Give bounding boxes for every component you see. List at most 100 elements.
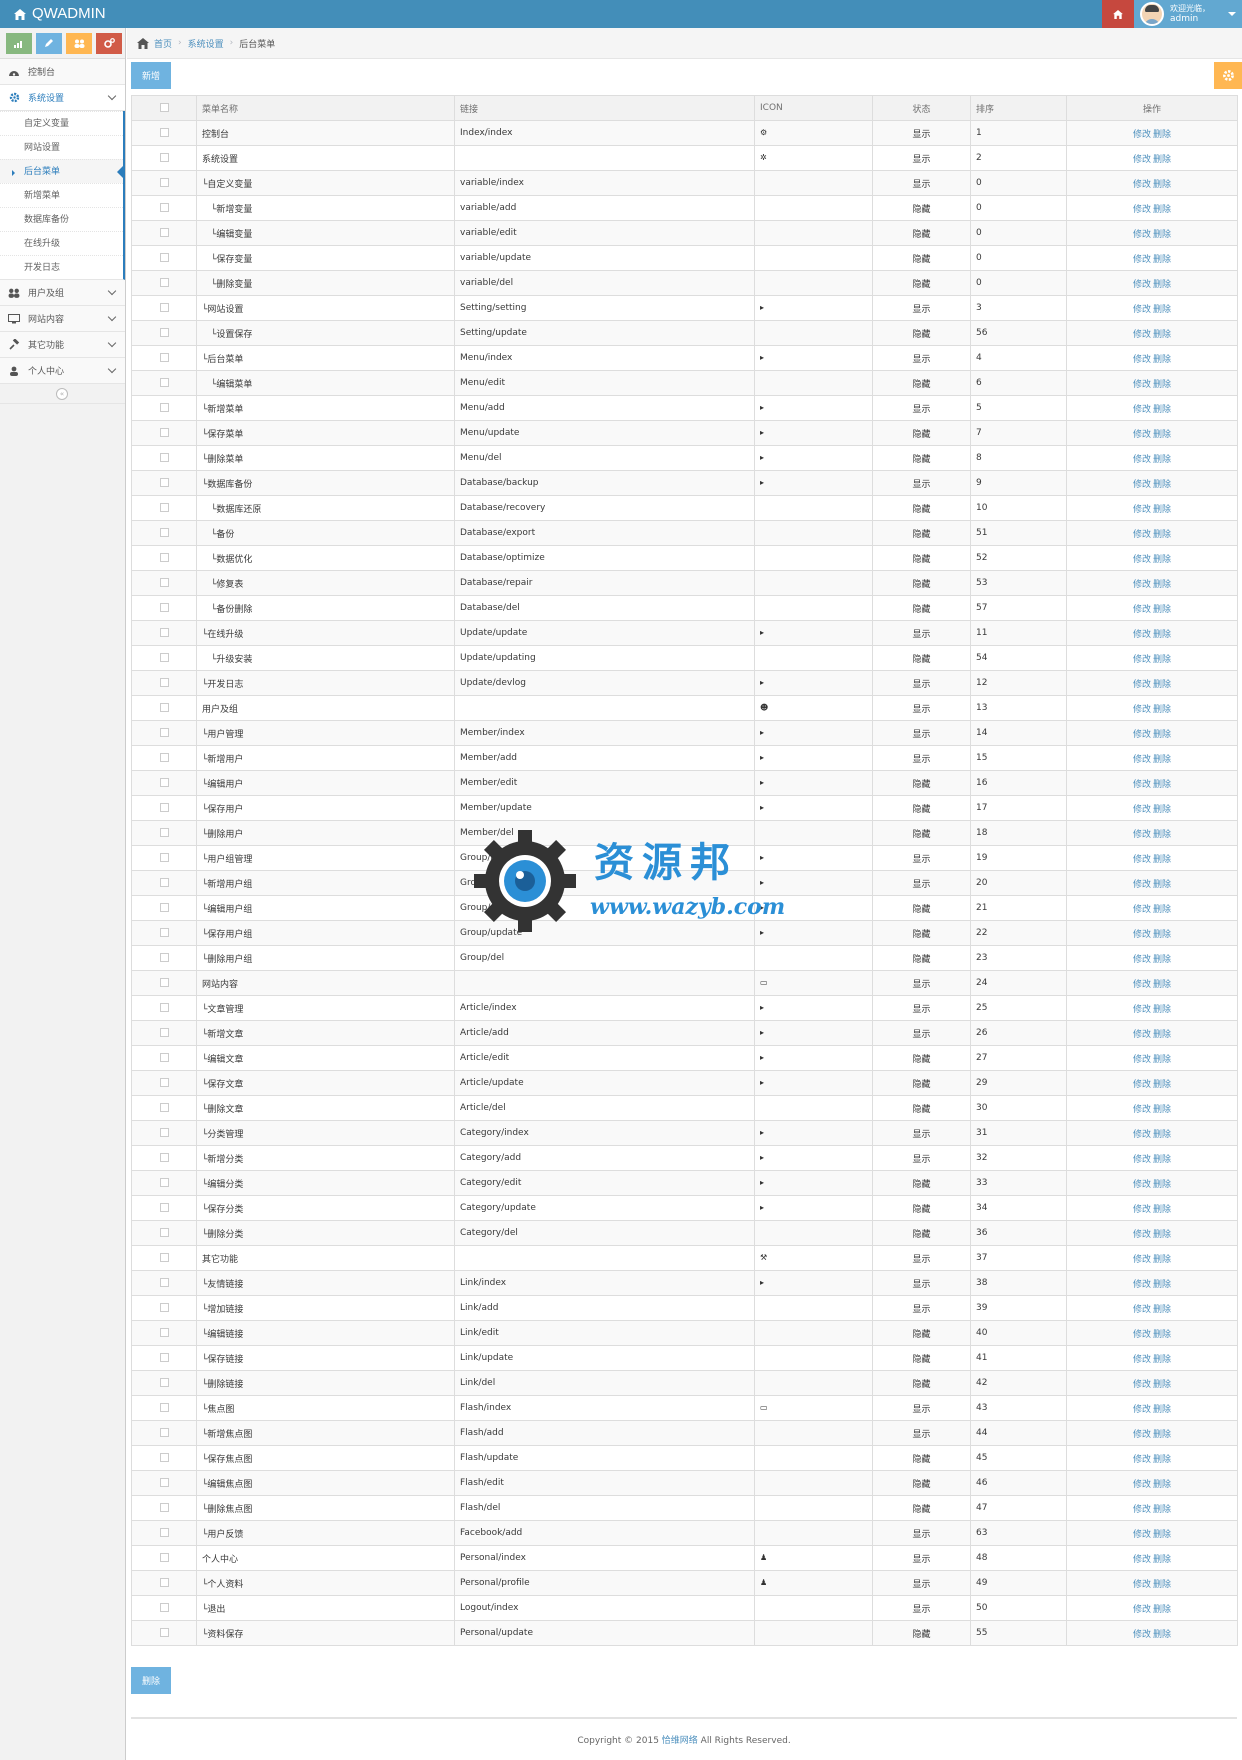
row-checkbox[interactable] (159, 953, 169, 962)
row-checkbox[interactable] (159, 503, 169, 512)
row-checkbox[interactable] (159, 978, 169, 987)
row-checkbox[interactable] (159, 1053, 169, 1062)
edit-link[interactable]: 修改 (1133, 1480, 1151, 1490)
edit-link[interactable]: 修改 (1133, 580, 1151, 590)
edit-link[interactable]: 修改 (1133, 1230, 1151, 1240)
row-checkbox[interactable] (159, 1003, 169, 1012)
breadcrumb-parent-link[interactable]: 系统设置 (188, 37, 224, 50)
edit-link[interactable]: 修改 (1133, 230, 1151, 240)
user-menu[interactable]: 欢迎光临， admin (1134, 0, 1242, 28)
row-checkbox[interactable] (159, 228, 169, 237)
delete-link[interactable]: 删除 (1153, 1455, 1171, 1465)
sidebar-collapse-button[interactable]: « (0, 384, 125, 404)
edit-link[interactable]: 修改 (1133, 780, 1151, 790)
delete-link[interactable]: 删除 (1153, 805, 1171, 815)
edit-link[interactable]: 修改 (1133, 955, 1151, 965)
edit-link[interactable]: 修改 (1133, 405, 1151, 415)
edit-link[interactable]: 修改 (1133, 1505, 1151, 1515)
bulk-delete-button[interactable]: 删除 (131, 1667, 171, 1694)
row-checkbox[interactable] (159, 403, 169, 412)
edit-link[interactable]: 修改 (1133, 480, 1151, 490)
nav-home-button[interactable] (1102, 0, 1134, 28)
row-checkbox[interactable] (159, 428, 169, 437)
delete-link[interactable]: 删除 (1153, 1055, 1171, 1065)
row-checkbox[interactable] (159, 803, 169, 812)
delete-link[interactable]: 删除 (1153, 1030, 1171, 1040)
delete-link[interactable]: 删除 (1153, 1305, 1171, 1315)
submenu-item-admin-menu[interactable]: 后台菜单 (0, 159, 125, 183)
delete-link[interactable]: 删除 (1153, 605, 1171, 615)
delete-link[interactable]: 删除 (1153, 1580, 1171, 1590)
delete-link[interactable]: 删除 (1153, 680, 1171, 690)
row-checkbox[interactable] (159, 828, 169, 837)
row-checkbox[interactable] (159, 728, 169, 737)
delete-link[interactable]: 删除 (1153, 1155, 1171, 1165)
delete-link[interactable]: 删除 (1153, 1105, 1171, 1115)
delete-link[interactable]: 删除 (1153, 1255, 1171, 1265)
sidebar-item-system-settings[interactable]: 系统设置 (0, 85, 125, 111)
edit-link[interactable]: 修改 (1133, 380, 1151, 390)
submenu-item-db-backup[interactable]: 数据库备份 (0, 207, 123, 231)
edit-link[interactable]: 修改 (1133, 1005, 1151, 1015)
row-checkbox[interactable] (159, 1178, 169, 1187)
delete-link[interactable]: 删除 (1153, 155, 1171, 165)
submenu-item-online-upgrade[interactable]: 在线升级 (0, 231, 123, 255)
row-checkbox[interactable] (159, 1578, 169, 1587)
submenu-item-custom-variables[interactable]: 自定义变量 (0, 111, 123, 135)
delete-link[interactable]: 删除 (1153, 980, 1171, 990)
delete-link[interactable]: 删除 (1153, 180, 1171, 190)
row-checkbox[interactable] (159, 1103, 169, 1112)
row-checkbox[interactable] (159, 453, 169, 462)
breadcrumb-home-link[interactable]: 首页 (154, 37, 172, 50)
delete-link[interactable]: 删除 (1153, 1130, 1171, 1140)
delete-link[interactable]: 删除 (1153, 880, 1171, 890)
edit-link[interactable]: 修改 (1133, 1630, 1151, 1640)
delete-link[interactable]: 删除 (1153, 1480, 1171, 1490)
edit-link[interactable]: 修改 (1133, 905, 1151, 915)
row-checkbox[interactable] (159, 1153, 169, 1162)
row-checkbox[interactable] (159, 678, 169, 687)
row-checkbox[interactable] (159, 1278, 169, 1287)
shortcut-signal-button[interactable] (6, 32, 32, 54)
delete-link[interactable]: 删除 (1153, 355, 1171, 365)
delete-link[interactable]: 删除 (1153, 280, 1171, 290)
row-checkbox[interactable] (159, 603, 169, 612)
select-all-checkbox[interactable] (159, 103, 169, 112)
row-checkbox[interactable] (159, 303, 169, 312)
row-checkbox[interactable] (159, 653, 169, 662)
delete-link[interactable]: 删除 (1153, 1380, 1171, 1390)
edit-link[interactable]: 修改 (1133, 430, 1151, 440)
delete-link[interactable]: 删除 (1153, 230, 1171, 240)
row-checkbox[interactable] (159, 1553, 169, 1562)
delete-link[interactable]: 删除 (1153, 1230, 1171, 1240)
delete-link[interactable]: 删除 (1153, 930, 1171, 940)
row-checkbox[interactable] (159, 1503, 169, 1512)
edit-link[interactable]: 修改 (1133, 730, 1151, 740)
row-checkbox[interactable] (159, 1203, 169, 1212)
row-checkbox[interactable] (159, 628, 169, 637)
delete-link[interactable]: 删除 (1153, 1555, 1171, 1565)
edit-link[interactable]: 修改 (1133, 455, 1151, 465)
delete-link[interactable]: 删除 (1153, 1630, 1171, 1640)
delete-link[interactable]: 删除 (1153, 630, 1171, 640)
row-checkbox[interactable] (159, 1628, 169, 1637)
row-checkbox[interactable] (159, 878, 169, 887)
settings-button[interactable] (1214, 62, 1242, 89)
delete-link[interactable]: 删除 (1153, 455, 1171, 465)
new-button[interactable]: 新增 (131, 62, 171, 89)
row-checkbox[interactable] (159, 353, 169, 362)
row-checkbox[interactable] (159, 1378, 169, 1387)
edit-link[interactable]: 修改 (1133, 280, 1151, 290)
edit-link[interactable]: 修改 (1133, 1455, 1151, 1465)
edit-link[interactable]: 修改 (1133, 1430, 1151, 1440)
delete-link[interactable]: 删除 (1153, 530, 1171, 540)
row-checkbox[interactable] (159, 478, 169, 487)
delete-link[interactable]: 删除 (1153, 1405, 1171, 1415)
edit-link[interactable]: 修改 (1133, 630, 1151, 640)
delete-link[interactable]: 删除 (1153, 1280, 1171, 1290)
edit-link[interactable]: 修改 (1133, 705, 1151, 715)
delete-link[interactable]: 删除 (1153, 755, 1171, 765)
edit-link[interactable]: 修改 (1133, 1330, 1151, 1340)
row-checkbox[interactable] (159, 528, 169, 537)
row-checkbox[interactable] (159, 1128, 169, 1137)
